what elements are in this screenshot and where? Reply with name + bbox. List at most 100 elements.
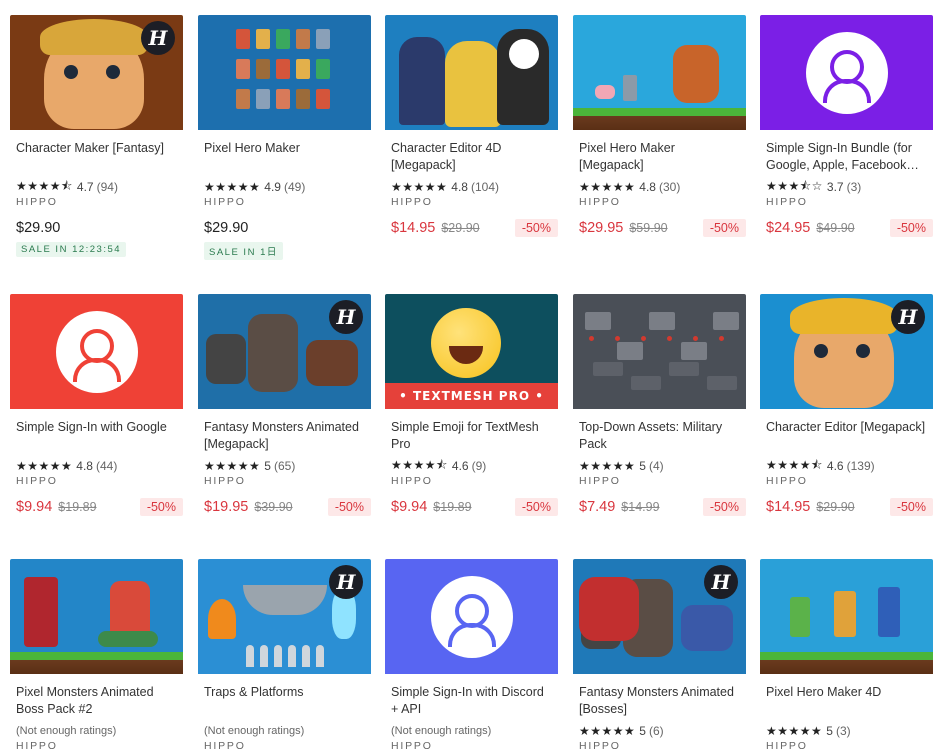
- product-thumbnail[interactable]: [10, 559, 183, 674]
- publisher-logo-icon: H: [329, 565, 363, 599]
- rating-count: (44): [95, 459, 118, 473]
- product-title[interactable]: Simple Sign-In Bundle (for Google, Apple…: [760, 140, 933, 174]
- rating-count: (9): [471, 459, 487, 473]
- product-card[interactable]: Simple Sign-In with Google ★★★★★ 4.8 (44) HI…: [10, 294, 183, 517]
- product-thumbnail[interactable]: H: [198, 559, 371, 674]
- publisher-name[interactable]: HIPPO: [573, 196, 746, 210]
- publisher-name[interactable]: HIPPO: [760, 475, 933, 489]
- pixel-part-sprite: [316, 29, 330, 49]
- product-title[interactable]: Traps & Platforms: [198, 684, 371, 718]
- price-row: $14.95 $29.90 -50%: [760, 497, 933, 517]
- product-title[interactable]: Pixel Hero Maker 4D: [760, 684, 933, 718]
- rating-value: (Not enough ratings): [16, 725, 117, 737]
- price: $14.95: [766, 499, 811, 515]
- spike-sprite: [260, 645, 268, 667]
- publisher-name[interactable]: HIPPO: [573, 740, 746, 754]
- ogre-sprite: [673, 45, 719, 103]
- product-thumbnail[interactable]: [573, 15, 746, 130]
- product-title[interactable]: Fantasy Monsters Animated [Megapack]: [198, 419, 371, 453]
- product-thumbnail[interactable]: [385, 15, 558, 130]
- publisher-name[interactable]: HIPPO: [760, 196, 933, 210]
- original-price: $59.90: [629, 221, 668, 235]
- publisher-name[interactable]: HIPPO: [385, 196, 558, 210]
- product-title[interactable]: Pixel Hero Maker: [198, 140, 371, 174]
- price-row: $14.95 $29.90 -50%: [385, 218, 558, 238]
- product-card[interactable]: Simple Sign-In Bundle (for Google, Apple…: [760, 15, 933, 238]
- price: $24.95: [766, 220, 811, 236]
- product-thumbnail[interactable]: H: [10, 15, 183, 130]
- publisher-name[interactable]: HIPPO: [198, 740, 371, 754]
- product-thumbnail[interactable]: [10, 294, 183, 409]
- rating-count: (6): [648, 724, 664, 738]
- user-avatar-icon: [430, 575, 513, 658]
- product-card[interactable]: Pixel Hero Maker ★★★★★ 4.9 (49) HIPPO $29.90 S…: [198, 15, 371, 260]
- tank-sprite: [585, 312, 611, 330]
- publisher-name[interactable]: HIPPO: [10, 740, 183, 754]
- price-row: $9.94 $19.89 -50%: [385, 497, 558, 517]
- publisher-name[interactable]: HIPPO: [760, 740, 933, 754]
- product-card[interactable]: H Traps & Platforms (Not enough ratings) HI…: [198, 559, 371, 754]
- product-title[interactable]: Simple Sign-In with Discord + API: [385, 684, 558, 718]
- police-character: [399, 37, 445, 125]
- product-card[interactable]: H Fantasy Monsters Animated [Megapack] ★★★…: [198, 294, 371, 517]
- publisher-name[interactable]: HIPPO: [198, 196, 371, 210]
- muzzle-light: [719, 336, 724, 341]
- product-card[interactable]: H Fantasy Monsters Animated [Bosses] ★★★★★…: [573, 559, 746, 754]
- product-thumbnail[interactable]: H: [198, 294, 371, 409]
- product-rating: ★★★⯪☆ 3.7 (3): [760, 179, 933, 195]
- product-title[interactable]: Character Editor [Megapack]: [760, 419, 933, 453]
- rating-value: 4.8: [451, 180, 468, 194]
- beast-sprite: [306, 340, 358, 386]
- original-price: $29.90: [441, 221, 480, 235]
- product-title[interactable]: Simple Emoji for TextMesh Pro: [385, 419, 558, 453]
- product-title[interactable]: Character Maker [Fantasy]: [10, 140, 183, 174]
- product-thumbnail[interactable]: • TEXTMESH PRO •: [385, 294, 558, 409]
- publisher-name[interactable]: HIPPO: [385, 475, 558, 489]
- publisher-name[interactable]: HIPPO: [385, 740, 558, 754]
- product-card[interactable]: Simple Sign-In with Discord + API (Not en…: [385, 559, 558, 754]
- muzzle-light: [641, 336, 646, 341]
- rating-stars: ★★★★★: [579, 459, 636, 473]
- publisher-name[interactable]: HIPPO: [573, 475, 746, 489]
- rating-count: (94): [96, 180, 118, 194]
- product-thumbnail[interactable]: [760, 15, 933, 130]
- publisher-logo-icon: H: [891, 300, 925, 334]
- publisher-name[interactable]: HIPPO: [10, 475, 183, 489]
- product-card[interactable]: Pixel Hero Maker [Megapack] ★★★★★ 4.8 (30) H…: [573, 15, 746, 238]
- rating-value: 3.7: [826, 180, 844, 194]
- publisher-name[interactable]: HIPPO: [10, 196, 183, 210]
- product-title[interactable]: Pixel Hero Maker [Megapack]: [573, 140, 746, 174]
- pixel-part-sprite: [256, 29, 270, 49]
- monster-sprite: [206, 334, 246, 384]
- product-card[interactable]: Character Editor 4D [Megapack] ★★★★★ 4.8 (1…: [385, 15, 558, 238]
- publisher-name[interactable]: HIPPO: [198, 475, 371, 489]
- product-thumbnail[interactable]: [385, 559, 558, 674]
- product-thumbnail[interactable]: [573, 294, 746, 409]
- product-thumbnail[interactable]: H: [573, 559, 746, 674]
- avatar-body-shape: [822, 78, 871, 103]
- product-thumbnail[interactable]: [760, 559, 933, 674]
- product-title[interactable]: Character Editor 4D [Megapack]: [385, 140, 558, 174]
- product-card[interactable]: H Character Maker [Fantasy] ★★★★⯪ 4.7 (94) HI…: [10, 15, 183, 257]
- product-title[interactable]: Top-Down Assets: Military Pack: [573, 419, 746, 453]
- product-card[interactable]: H Character Editor [Megapack] ★★★★⯪ 4.6 (139…: [760, 294, 933, 517]
- product-thumbnail[interactable]: H: [760, 294, 933, 409]
- product-thumbnail[interactable]: [198, 15, 371, 130]
- rating-count: (3): [835, 724, 851, 738]
- product-title[interactable]: Fantasy Monsters Animated [Bosses]: [573, 684, 746, 718]
- rating-stars: ★★★★⯪: [391, 457, 448, 472]
- product-card[interactable]: Top-Down Assets: Military Pack ★★★★★ 5 (4) H…: [573, 294, 746, 517]
- product-card[interactable]: Pixel Monsters Animated Boss Pack #2 (Not…: [10, 559, 183, 754]
- product-title[interactable]: Simple Sign-In with Google: [10, 419, 183, 453]
- publisher-logo-icon: H: [141, 21, 175, 55]
- product-title[interactable]: Pixel Monsters Animated Boss Pack #2: [10, 684, 183, 718]
- rating-value: 4.8: [76, 459, 93, 473]
- rating-stars: ★★★★★: [204, 180, 261, 194]
- product-card[interactable]: Pixel Hero Maker 4D ★★★★★ 5 (3) HIPPO: [760, 559, 933, 754]
- discount-badge: -50%: [889, 219, 933, 237]
- product-rating: ★★★★★ 5 (3): [760, 723, 933, 739]
- product-card[interactable]: • TEXTMESH PRO • Simple Emoji for TextMes…: [385, 294, 558, 517]
- rating-value: 4.9: [264, 180, 281, 194]
- publisher-logo-icon: H: [329, 300, 363, 334]
- pixel-part-sprite: [276, 29, 290, 49]
